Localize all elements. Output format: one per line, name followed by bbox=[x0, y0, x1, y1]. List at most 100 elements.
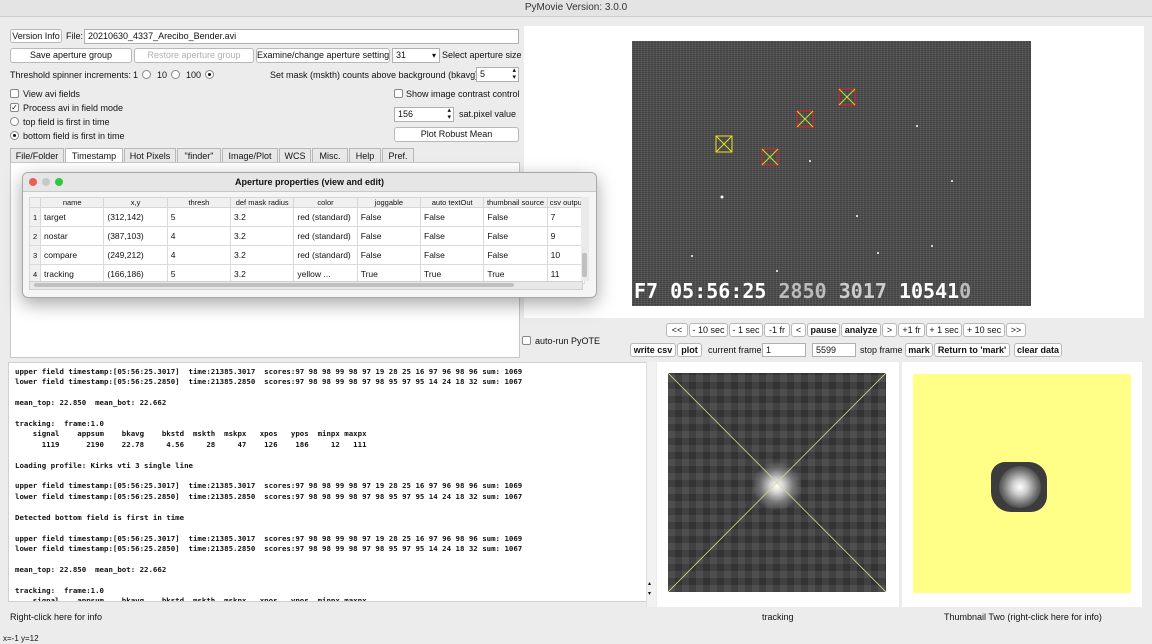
aperture-table[interactable]: name x,y thresh def mask radius color jo… bbox=[28, 197, 586, 284]
plus-10-sec-button[interactable]: + 10 sec bbox=[963, 323, 1005, 337]
col-header-thumbnail-source[interactable]: thumbnail source bbox=[483, 197, 548, 208]
cell-thresh[interactable]: 5 bbox=[166, 207, 232, 227]
cell-color[interactable]: red (standard) bbox=[293, 245, 358, 265]
tab-misc[interactable]: Misc. bbox=[312, 148, 348, 162]
tab-finder[interactable]: "finder" bbox=[177, 148, 221, 162]
auto-run-pyote-checkbox[interactable] bbox=[522, 336, 531, 345]
log-scrollbar[interactable]: ▴ ▾ bbox=[646, 362, 656, 607]
cell-thumbnail-source[interactable]: False bbox=[483, 226, 548, 246]
restore-aperture-group-button[interactable]: Restore aperture group bbox=[134, 48, 254, 63]
table-row[interactable]: 1 target (312,142) 5 3.2 red (standard) … bbox=[28, 207, 586, 227]
cell-name[interactable]: target bbox=[40, 207, 105, 227]
threshold-radio-10[interactable] bbox=[171, 70, 180, 79]
col-header-auto-textout[interactable]: auto textOut bbox=[420, 197, 485, 208]
cell-thresh[interactable]: 4 bbox=[166, 245, 232, 265]
aperture-size-select[interactable]: 31 ▾ bbox=[392, 48, 440, 63]
threshold-radio-1[interactable] bbox=[142, 70, 151, 79]
table-row[interactable]: 3 compare (249,212) 4 3.2 red (standard)… bbox=[28, 245, 586, 265]
cell-auto-textout[interactable]: False bbox=[420, 226, 485, 246]
view-avi-fields-checkbox[interactable] bbox=[10, 89, 19, 98]
stop-frame-field[interactable]: 5599 bbox=[812, 343, 856, 357]
tab-image-plot[interactable]: Image/Plot bbox=[222, 148, 278, 162]
cell-auto-textout[interactable]: False bbox=[420, 245, 485, 265]
analyze-button[interactable]: analyze bbox=[841, 323, 881, 337]
examine-apertures-button[interactable]: Examine/change aperture settings bbox=[256, 48, 390, 63]
write-csv-button[interactable]: write csv bbox=[630, 343, 676, 357]
tab-hot-pixels[interactable]: Hot Pixels bbox=[124, 148, 176, 162]
cell-mask-radius[interactable]: 3.2 bbox=[230, 207, 295, 227]
tab-file-folder[interactable]: File/Folder bbox=[10, 148, 64, 162]
log-output[interactable]: upper field timestamp:[05:56:25.3017] ti… bbox=[8, 362, 648, 602]
top-field-first-radio[interactable] bbox=[10, 117, 19, 126]
maximize-icon[interactable] bbox=[55, 178, 63, 186]
last-frame-button[interactable]: >> bbox=[1006, 323, 1026, 337]
scroll-down-icon[interactable]: ▾ bbox=[648, 590, 651, 597]
first-frame-button[interactable]: << bbox=[666, 323, 688, 337]
file-field[interactable]: 20210630_4337_Arecibo_Bender.avi bbox=[84, 29, 519, 44]
minus-10-sec-button[interactable]: - 10 sec bbox=[689, 323, 728, 337]
dialog-titlebar[interactable]: Aperture properties (view and edit) bbox=[23, 173, 596, 192]
cell-thumbnail-source[interactable]: False bbox=[483, 207, 548, 227]
version-info-button[interactable]: Version Info bbox=[10, 29, 62, 43]
minimize-icon[interactable] bbox=[42, 178, 50, 186]
cell-name[interactable]: nostar bbox=[40, 226, 105, 246]
mark-button[interactable]: mark bbox=[905, 343, 933, 357]
cell-joggable[interactable]: False bbox=[356, 226, 422, 246]
col-header-joggable[interactable]: joggable bbox=[356, 197, 422, 208]
thumbnail-two-label[interactable]: Thumbnail Two (right-click here for info… bbox=[944, 612, 1102, 622]
col-header-xy[interactable]: x,y bbox=[103, 197, 168, 208]
return-to-mark-button[interactable]: Return to 'mark' bbox=[934, 343, 1010, 357]
video-frame[interactable]: F7 05:56:25 2850 3017 105410 bbox=[632, 41, 1031, 306]
clear-data-button[interactable]: clear data bbox=[1014, 343, 1062, 357]
cell-xy[interactable]: (312,142) bbox=[103, 207, 168, 227]
plot-robust-mean-button[interactable]: Plot Robust Mean bbox=[394, 127, 519, 142]
col-header-color[interactable]: color bbox=[293, 197, 358, 208]
cell-auto-textout[interactable]: False bbox=[420, 207, 485, 227]
cell-xy[interactable]: (387,103) bbox=[103, 226, 168, 246]
minus-1-sec-button[interactable]: - 1 sec bbox=[729, 323, 763, 337]
tab-timestamp[interactable]: Timestamp bbox=[65, 148, 123, 163]
cell-thumbnail-source[interactable]: False bbox=[483, 245, 548, 265]
tab-help[interactable]: Help bbox=[349, 148, 381, 162]
thumbnail-two[interactable] bbox=[913, 374, 1131, 593]
col-header-mask-radius[interactable]: def mask radius bbox=[230, 197, 295, 208]
col-header-thresh[interactable]: thresh bbox=[166, 197, 232, 208]
plus-1-frame-button[interactable]: +1 fr bbox=[898, 323, 925, 337]
right-click-info-label[interactable]: Right-click here for info bbox=[10, 612, 102, 622]
cell-mask-radius[interactable]: 3.2 bbox=[230, 245, 295, 265]
close-icon[interactable] bbox=[29, 178, 37, 186]
plot-button[interactable]: plot bbox=[677, 343, 702, 357]
cell-joggable[interactable]: False bbox=[356, 245, 422, 265]
cell-thresh[interactable]: 4 bbox=[166, 226, 232, 246]
dialog-vertical-scrollbar[interactable] bbox=[581, 197, 589, 281]
cell-color[interactable]: red (standard) bbox=[293, 226, 358, 246]
show-contrast-checkbox[interactable] bbox=[394, 89, 403, 98]
cell-csv-output[interactable]: 10 bbox=[546, 245, 586, 265]
aperture-properties-dialog[interactable]: Aperture properties (view and edit) name… bbox=[22, 172, 597, 298]
mask-spinner[interactable]: 5 ▴ ▾ bbox=[476, 67, 519, 82]
cell-joggable[interactable]: False bbox=[356, 207, 422, 227]
cell-mask-radius[interactable]: 3.2 bbox=[230, 226, 295, 246]
threshold-radio-100[interactable] bbox=[205, 70, 214, 79]
col-header-name[interactable]: name bbox=[40, 197, 105, 208]
cell-csv-output[interactable]: 7 bbox=[546, 207, 586, 227]
current-frame-field[interactable]: 1 bbox=[762, 343, 806, 357]
process-field-mode-checkbox[interactable]: ✓ bbox=[10, 103, 19, 112]
tab-pref[interactable]: Pref. bbox=[382, 148, 414, 162]
pause-button[interactable]: pause bbox=[807, 323, 840, 337]
step-forward-button[interactable]: > bbox=[882, 323, 897, 337]
scrollbar-thumb[interactable] bbox=[34, 283, 514, 287]
cell-xy[interactable]: (249,212) bbox=[103, 245, 168, 265]
thumbnail-one[interactable] bbox=[668, 373, 886, 592]
cell-name[interactable]: compare bbox=[40, 245, 105, 265]
col-header-csv-output[interactable]: csv outpu bbox=[546, 197, 586, 208]
scrollbar-thumb[interactable] bbox=[582, 253, 587, 277]
tab-wcs[interactable]: WCS bbox=[279, 148, 311, 162]
plus-1-sec-button[interactable]: + 1 sec bbox=[926, 323, 962, 337]
step-back-button[interactable]: < bbox=[791, 323, 806, 337]
minus-1-frame-button[interactable]: -1 fr bbox=[764, 323, 790, 337]
save-aperture-group-button[interactable]: Save aperture group bbox=[10, 48, 132, 63]
cell-csv-output[interactable]: 9 bbox=[546, 226, 586, 246]
table-row[interactable]: 2 nostar (387,103) 4 3.2 red (standard) … bbox=[28, 226, 586, 246]
dialog-horizontal-scrollbar[interactable] bbox=[29, 281, 583, 290]
